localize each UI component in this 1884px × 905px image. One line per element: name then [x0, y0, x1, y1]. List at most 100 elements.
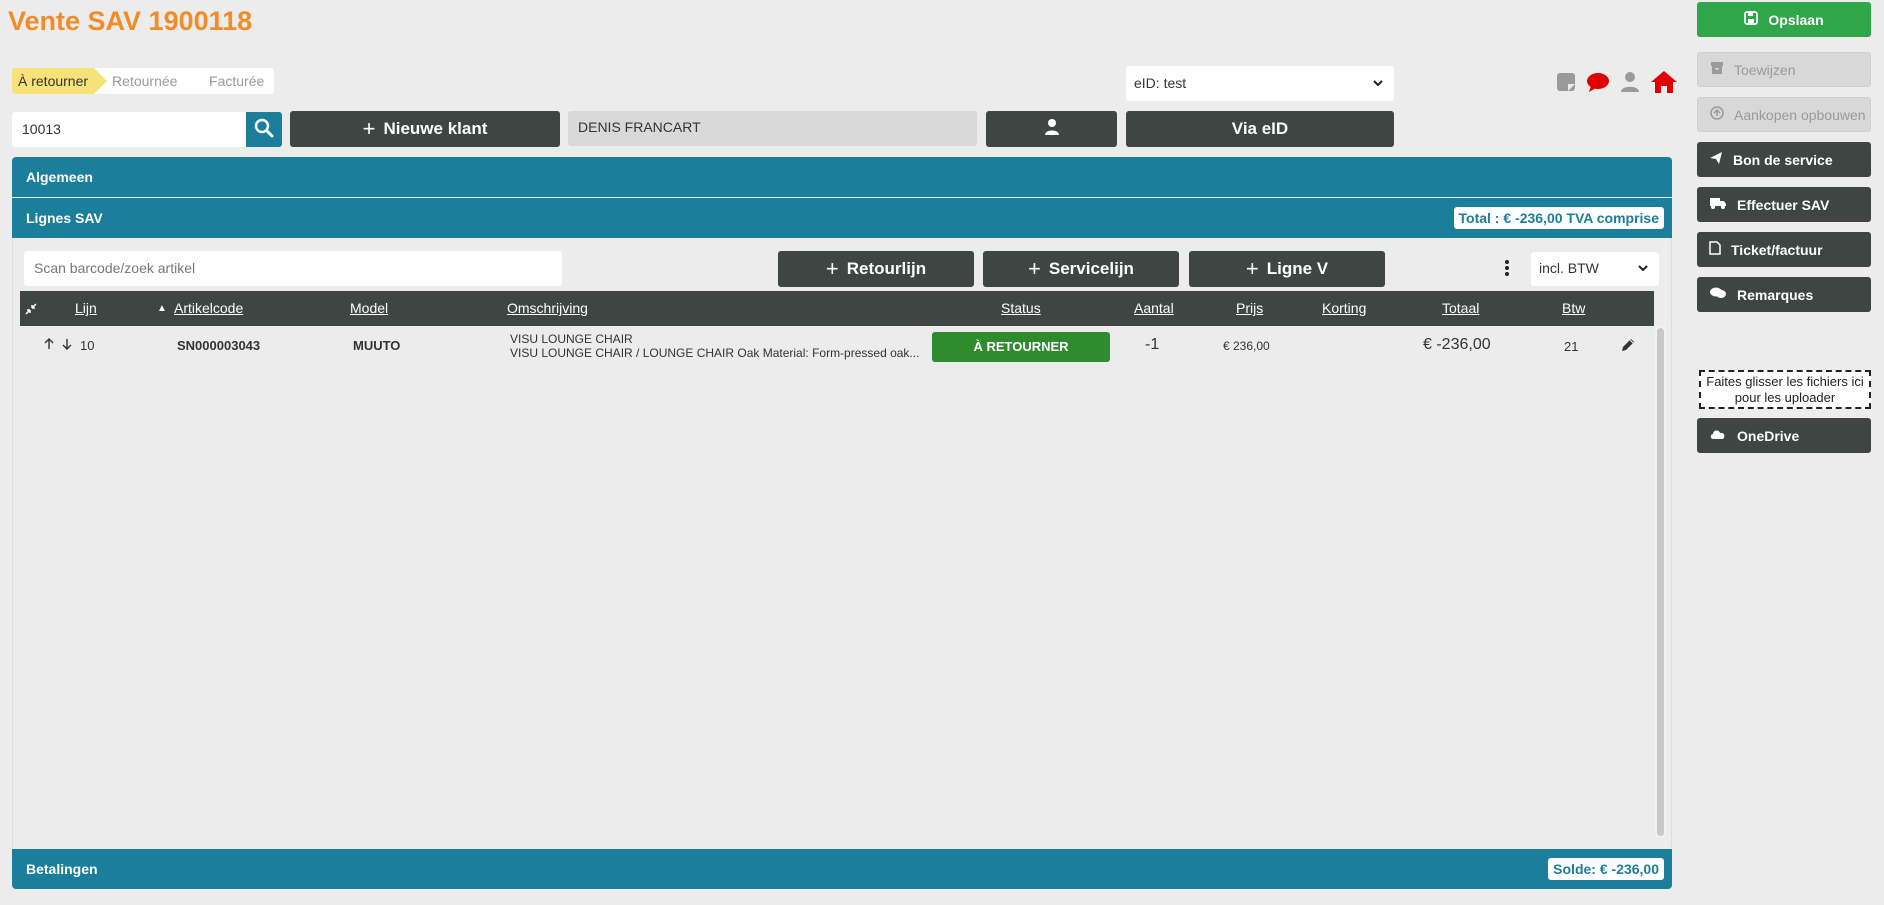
table-scrollbar-thumb[interactable]: [1657, 328, 1664, 836]
ticket-invoice-label: Ticket/factuur: [1731, 241, 1823, 258]
plus-icon: +: [362, 116, 376, 141]
row-omschrijving-line1: VISU LOUNGE CHAIR: [510, 332, 633, 346]
col-omschrijving[interactable]: Omschrijving: [507, 291, 588, 326]
add-return-line-button[interactable]: + Retourlijn: [778, 251, 974, 287]
scan-barcode-input[interactable]: Scan barcode/zoek artikel: [24, 251, 562, 286]
add-service-line-button[interactable]: + Servicelijn: [983, 251, 1179, 287]
new-customer-button[interactable]: + Nieuwe klant: [290, 111, 560, 147]
col-status[interactable]: Status: [1001, 291, 1041, 326]
build-purchases-button[interactable]: Aankopen opbouwen: [1697, 97, 1871, 132]
page-title: Vente SAV 1900118: [8, 6, 253, 36]
row-status-button[interactable]: À RETOURNER: [932, 332, 1110, 362]
document-icon: [1709, 241, 1721, 258]
section-betalingen[interactable]: Betalingen Solde: € -236,00: [12, 849, 1672, 889]
sort-asc-icon: ▲: [157, 303, 167, 314]
row-totaal: € -236,00: [1423, 336, 1491, 353]
perform-sav-label: Effectuer SAV: [1737, 196, 1830, 213]
lines-table-header: Lijn ▲ Artikelcode Model Omschrijving St…: [20, 291, 1654, 326]
section-lignes-label: Lignes SAV: [26, 210, 103, 226]
price-mode-value: incl. BTW: [1539, 260, 1599, 276]
col-artikelcode[interactable]: Artikelcode: [174, 291, 243, 326]
plus-icon: +: [1245, 256, 1259, 281]
add-ligne-v-button[interactable]: + Ligne V: [1189, 251, 1385, 287]
row-btw: 21: [1564, 339, 1579, 354]
dropzone-line2: pour les uploader: [1734, 390, 1836, 405]
move-up-icon[interactable]: [44, 338, 54, 353]
col-lijn[interactable]: Lijn: [75, 291, 97, 326]
chevron-down-icon: [1637, 252, 1649, 296]
step-retournee[interactable]: Retournée: [94, 68, 190, 94]
solde-badge: Solde: € -236,00: [1548, 858, 1664, 880]
service-voucher-label: Bon de service: [1733, 151, 1833, 168]
ticket-invoice-button[interactable]: Ticket/factuur: [1697, 232, 1871, 267]
move-down-icon[interactable]: [62, 338, 72, 353]
table-row[interactable]: 10 SN000003043 MUUTO VISU LOUNGE CHAIR V…: [20, 328, 1654, 366]
col-btw[interactable]: Btw: [1562, 291, 1585, 326]
plus-icon: +: [1028, 256, 1041, 281]
note-icon[interactable]: [1556, 71, 1576, 96]
top-icon-bar: [1556, 70, 1678, 97]
customer-number-input[interactable]: 10013: [12, 112, 246, 147]
workflow-steps: À retourner Retournée Facturée: [12, 68, 275, 94]
service-voucher-button[interactable]: Bon de service: [1697, 142, 1871, 177]
customer-search-button[interactable]: [246, 112, 282, 147]
eid-select[interactable]: eID: test: [1126, 66, 1394, 101]
chevron-down-icon: [1372, 66, 1384, 115]
col-model[interactable]: Model: [350, 291, 388, 326]
remarks-label: Remarques: [1737, 286, 1814, 303]
assign-label: Toewijzen: [1734, 61, 1796, 78]
arrow-circle-up-icon: [1710, 106, 1724, 123]
section-betalingen-label: Betalingen: [26, 861, 98, 877]
row-prijs: € 236,00: [1223, 339, 1270, 353]
via-eid-button[interactable]: Via eID: [1126, 111, 1394, 147]
customer-name-field: DENIS FRANCART: [568, 111, 977, 146]
user-icon: [1044, 118, 1060, 141]
more-options-icon[interactable]: [1500, 258, 1514, 278]
comments-icon: [1709, 286, 1727, 303]
section-lignes-sav[interactable]: Lignes SAV Total : € -236,00 TVA compris…: [12, 198, 1672, 238]
step-a-retourner[interactable]: À retourner: [12, 68, 108, 94]
paper-plane-icon: [1709, 151, 1723, 168]
truck-icon: [1709, 196, 1727, 213]
onedrive-label: OneDrive: [1737, 427, 1800, 444]
save-label: Opslaan: [1768, 11, 1824, 28]
section-algemeen[interactable]: Algemeen: [12, 157, 1672, 197]
assign-button[interactable]: Toewijzen: [1697, 52, 1871, 87]
section-algemeen-label: Algemeen: [26, 169, 93, 185]
col-korting[interactable]: Korting: [1322, 291, 1366, 326]
file-dropzone[interactable]: Faites glisser les fichiers ici pour les…: [1699, 370, 1871, 409]
step-facturee[interactable]: Facturée: [189, 68, 275, 94]
search-icon: [254, 118, 274, 141]
row-lijn: 10: [80, 338, 95, 353]
eid-select-value: eID: test: [1134, 75, 1187, 91]
archive-icon: [1710, 61, 1724, 78]
row-model: MUUTO: [353, 338, 401, 353]
col-totaal[interactable]: Totaal: [1442, 291, 1479, 326]
dropzone-line1: Faites glisser les fichiers ici: [1706, 374, 1864, 389]
plus-icon: +: [825, 256, 839, 281]
total-badge: Total : € -236,00 TVA comprise: [1453, 207, 1664, 229]
col-prijs[interactable]: Prijs: [1236, 291, 1263, 326]
cloud-icon: [1709, 427, 1727, 444]
floppy-disk-icon: [1744, 11, 1759, 28]
add-return-line-label: Retourlijn: [846, 259, 927, 278]
home-icon[interactable]: [1650, 70, 1678, 97]
row-aantal: -1: [1145, 336, 1160, 353]
onedrive-button[interactable]: OneDrive: [1697, 418, 1871, 453]
remarks-button[interactable]: Remarques: [1697, 277, 1871, 312]
customer-profile-button[interactable]: [986, 111, 1117, 147]
edit-pencil-icon[interactable]: [1620, 337, 1636, 356]
collapse-icon[interactable]: [25, 291, 37, 326]
col-aantal[interactable]: Aantal: [1134, 291, 1174, 326]
build-purchases-label: Aankopen opbouwen: [1734, 106, 1866, 123]
row-artikelcode: SN000003043: [177, 338, 261, 353]
chat-icon[interactable]: [1586, 71, 1610, 96]
save-button[interactable]: Opslaan: [1697, 2, 1871, 37]
row-omschrijving-line2: VISU LOUNGE CHAIR / LOUNGE CHAIR Oak Mat…: [510, 346, 920, 360]
price-mode-select[interactable]: incl. BTW: [1531, 252, 1659, 286]
new-customer-label: Nieuwe klant: [383, 119, 488, 138]
user-icon[interactable]: [1620, 71, 1640, 96]
add-ligne-v-label: Ligne V: [1266, 259, 1329, 278]
add-service-line-label: Servicelijn: [1048, 259, 1134, 278]
perform-sav-button[interactable]: Effectuer SAV: [1697, 187, 1871, 222]
